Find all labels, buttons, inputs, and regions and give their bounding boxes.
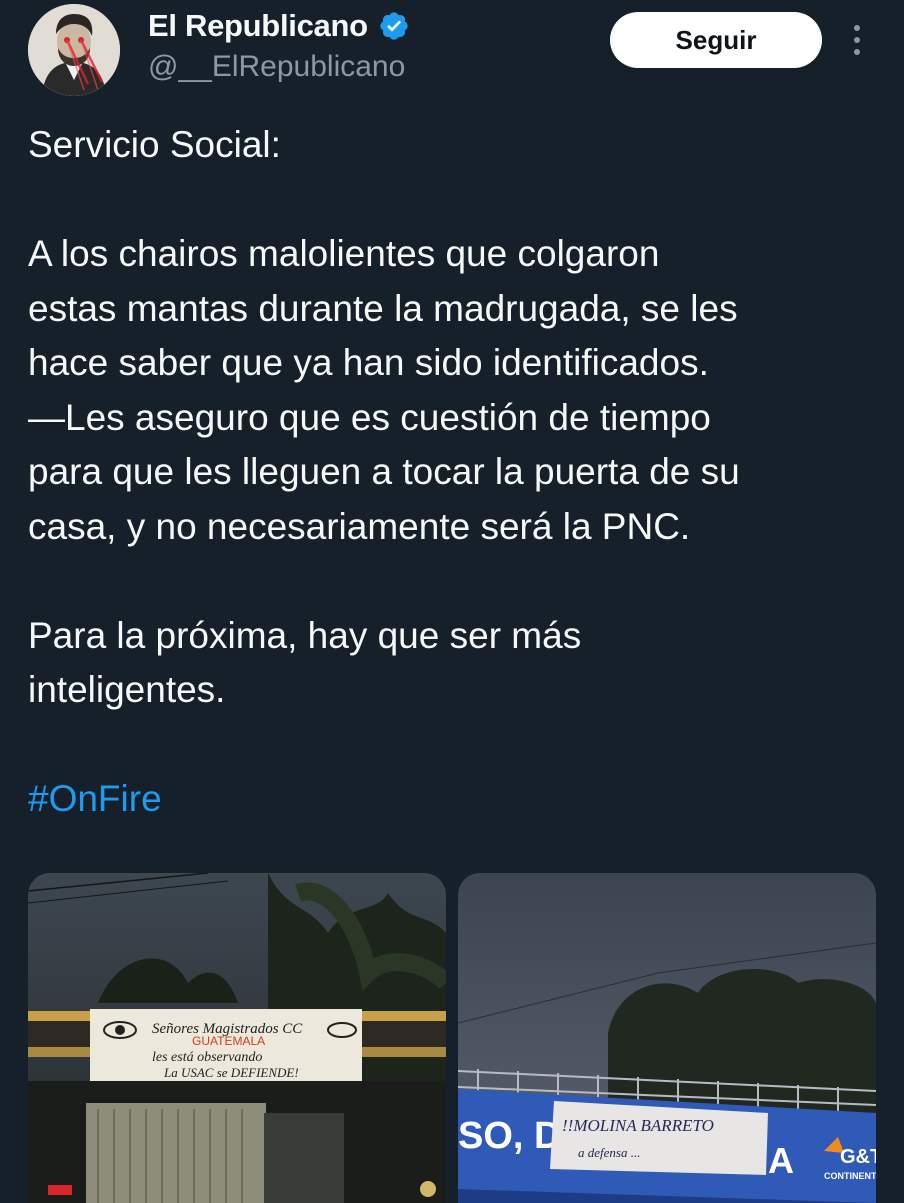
media-grid: Señores Magistrados CC GUATEMALA les est… <box>28 873 876 1203</box>
photo-1[interactable]: Señores Magistrados CC GUATEMALA les est… <box>28 873 446 1203</box>
handle[interactable]: @__ElRepublicano <box>148 50 405 84</box>
tweet-line: Para la próxima, hay que ser más <box>28 614 582 656</box>
tweet-line <box>28 554 878 609</box>
hashtag-link[interactable]: #OnFire <box>28 772 878 827</box>
tweet-line: —Les aseguro que es cuestión de tiempo <box>28 396 711 438</box>
name-row: El Republicano <box>148 8 410 44</box>
avatar-portrait <box>28 4 120 96</box>
tweet-line: inteligentes. <box>28 669 226 710</box>
brand-sub-text: CONTINENTAL <box>824 1171 876 1181</box>
brand-logo-text: G&T <box>840 1146 876 1168</box>
tweet-line: Servicio Social: <box>28 124 281 165</box>
banner-text: !!MOLINA BARRETO <box>562 1116 714 1135</box>
photo-2[interactable]: SO, D A !!MOLINA BARRETO a defensa ... G… <box>458 873 876 1203</box>
tweet-line: casa, y no necesariamente será la PNC. <box>28 505 691 547</box>
tweet-line: para que les lleguen a tocar la puerta d… <box>28 451 740 492</box>
avatar[interactable] <box>28 4 120 96</box>
tweet-line: A los chairos malolientes que colgaron <box>28 233 660 274</box>
display-name[interactable]: El Republicano <box>148 8 368 44</box>
tweet-header: El Republicano @__ElRepublicano Seguir <box>0 0 904 110</box>
tweet-text: Servicio Social: A los chairos malolient… <box>28 118 878 827</box>
banner-line: les está observando <box>152 1050 262 1065</box>
follow-button[interactable]: Seguir <box>610 12 822 68</box>
tweet-line <box>28 173 878 228</box>
banner-line: La USAC se DEFIENDE! <box>163 1065 299 1080</box>
tweet-line <box>28 718 878 773</box>
more-options-icon[interactable] <box>846 20 868 60</box>
sign-text-end: A <box>768 1140 794 1181</box>
sign-text: SO, D <box>458 1115 561 1157</box>
banner-line: GUATEMALA <box>192 1034 265 1048</box>
verified-badge-icon <box>378 10 410 42</box>
banner-sub: a defensa ... <box>578 1145 640 1160</box>
tweet-line: estas mantas durante la madrugada, se le… <box>28 287 738 329</box>
tweet-line: hace saber que ya han sido identificados… <box>28 342 709 383</box>
